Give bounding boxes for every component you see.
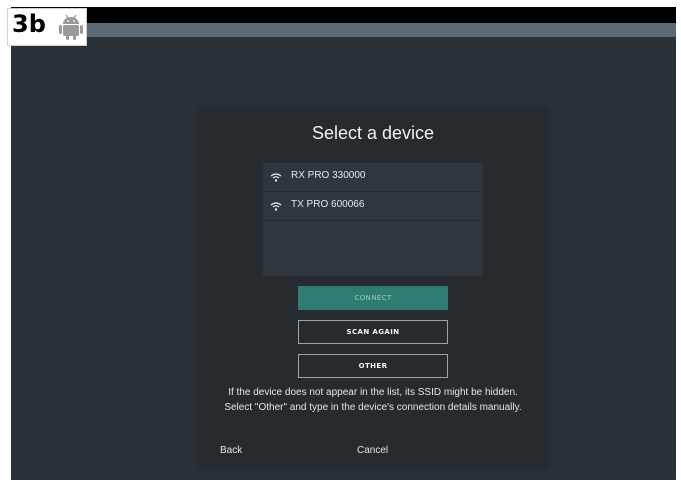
device-name: TX PRO 600066	[291, 199, 365, 210]
app-header-bar	[11, 23, 676, 37]
select-device-dialog: Select a device RX PRO 330000 TX PRO 600…	[200, 109, 546, 467]
wifi-icon	[270, 202, 282, 211]
device-list[interactable]: RX PRO 330000 TX PRO 600066	[263, 163, 483, 276]
step-tag: 3b	[7, 8, 87, 46]
device-item-rx-pro[interactable]: RX PRO 330000	[263, 163, 483, 192]
android-icon	[59, 14, 83, 40]
step-label: 3b	[12, 10, 46, 38]
app-screen: Select a device RX PRO 330000 TX PRO 600…	[11, 7, 676, 480]
device-name: RX PRO 330000	[291, 170, 366, 181]
other-button[interactable]: OTHER	[298, 354, 448, 378]
back-button[interactable]: Back	[220, 445, 242, 456]
dialog-title: Select a device	[311, 123, 435, 143]
device-item-tx-pro[interactable]: TX PRO 600066	[263, 192, 483, 221]
wifi-icon	[270, 173, 282, 182]
status-bar	[11, 7, 676, 23]
cancel-button[interactable]: Cancel	[357, 445, 388, 456]
scan-again-button[interactable]: SCAN AGAIN	[298, 320, 448, 344]
connect-button[interactable]: CONNECT	[298, 286, 448, 310]
helper-text: If the device does not appear in the lis…	[224, 387, 522, 413]
